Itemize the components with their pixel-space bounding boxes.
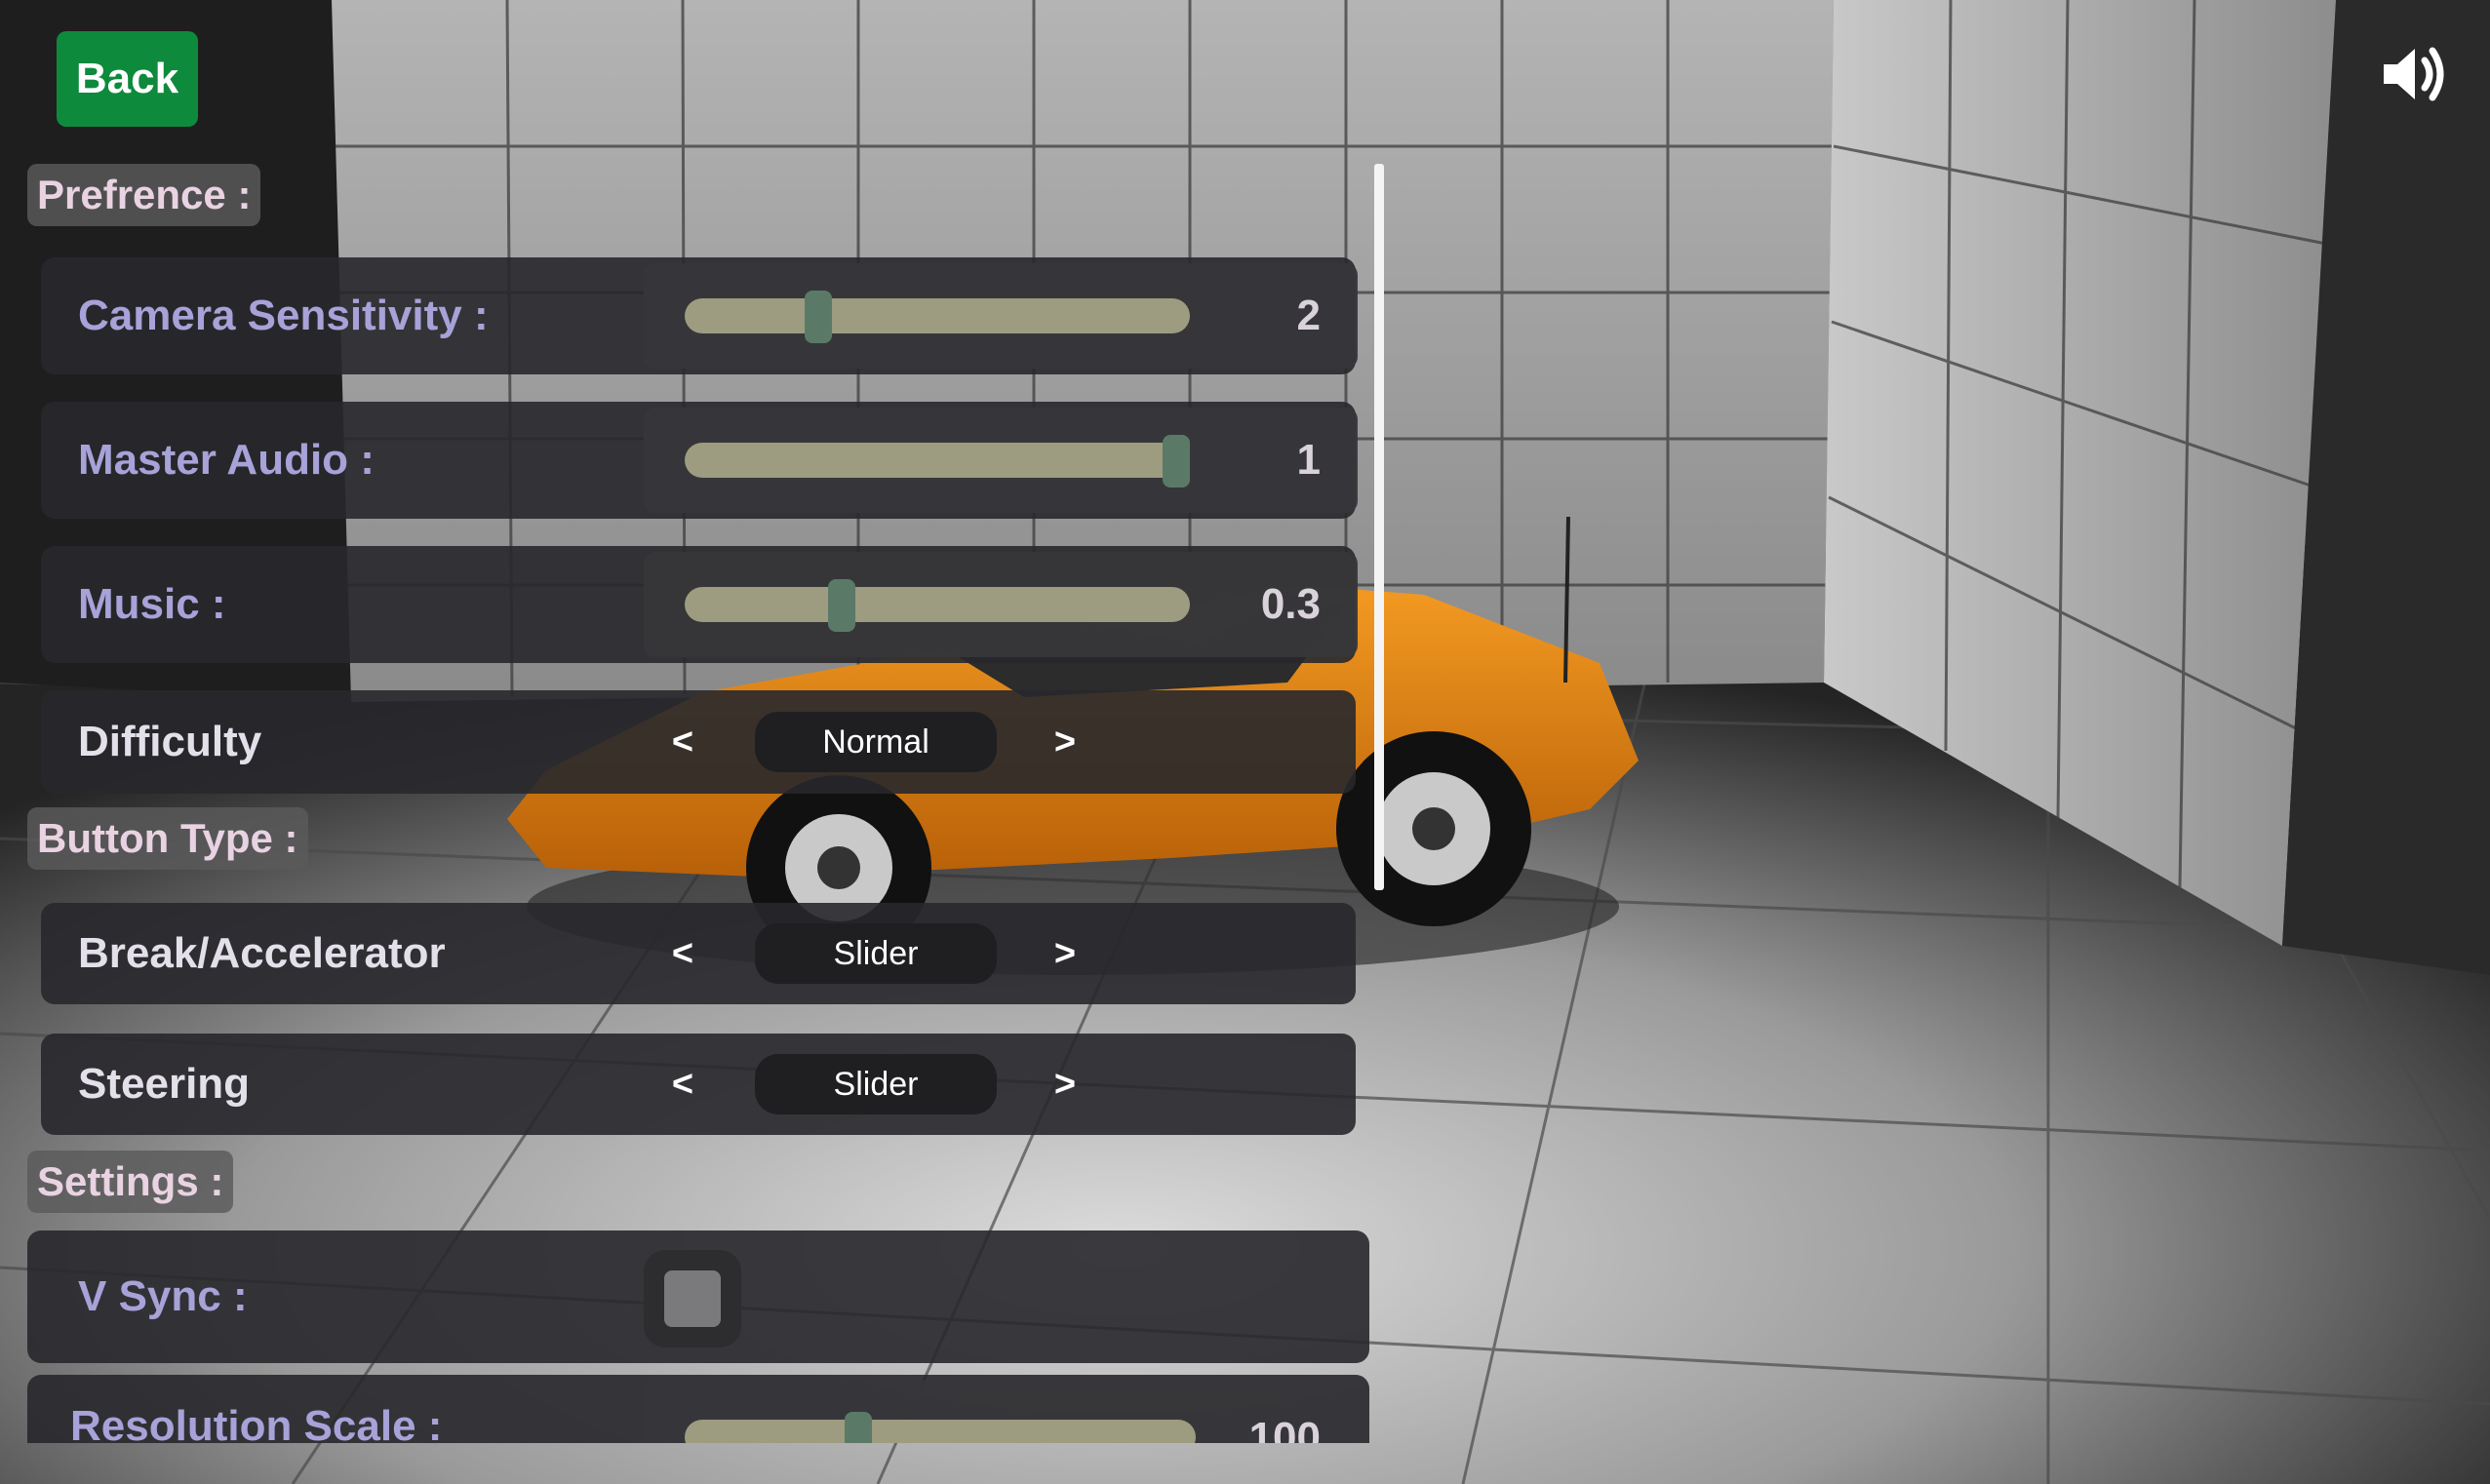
master-audio-slider-thumb[interactable] <box>1163 435 1190 488</box>
master-audio-slider[interactable] <box>685 435 1190 488</box>
camera-sensitivity-slider[interactable] <box>685 291 1190 343</box>
brake-accelerator-row: Break/Accelerator < Slider > <box>41 903 1356 1004</box>
section-label-settings: Settings : <box>27 1151 234 1213</box>
difficulty-value: Normal <box>755 712 997 772</box>
brake-accelerator-prev-button[interactable]: < <box>653 903 712 1004</box>
section-label-button-type: Button Type : <box>27 807 308 870</box>
camera-sensitivity-value: 2 <box>1296 292 1321 339</box>
brake-accelerator-value: Slider <box>755 923 997 984</box>
difficulty-row: Difficulty < Normal > <box>41 690 1356 794</box>
resolution-scale-row: Resolution Scale : 100 <box>27 1375 1369 1443</box>
resolution-scale-slider[interactable] <box>685 1412 1196 1443</box>
camera-sensitivity-row: Camera Sensitivity : 2 <box>41 257 1358 374</box>
music-label: Music : <box>78 580 226 628</box>
speaker-volume-icon[interactable] <box>2378 39 2448 109</box>
master-audio-label: Master Audio : <box>78 436 375 484</box>
music-slider-panel: 0.3 <box>644 552 1358 657</box>
vsync-checkbox-box <box>664 1270 721 1327</box>
section-label-preference: Prefrence : <box>27 164 261 226</box>
master-audio-value: 1 <box>1296 436 1321 484</box>
camera-sensitivity-label: Camera Sensitivity : <box>78 292 489 339</box>
difficulty-next-button[interactable]: > <box>1036 690 1094 794</box>
steering-label: Steering <box>78 1060 251 1108</box>
music-slider-thumb[interactable] <box>828 579 855 632</box>
resolution-scale-slider-thumb[interactable] <box>844 1412 872 1443</box>
music-slider[interactable] <box>685 579 1190 632</box>
resolution-scale-value: 100 <box>1248 1414 1321 1443</box>
steering-row: Steering < Slider > <box>41 1034 1356 1135</box>
vsync-row: V Sync : <box>27 1230 1369 1363</box>
master-audio-slider-panel: 1 <box>644 408 1358 513</box>
camera-sensitivity-slider-panel: 2 <box>644 263 1358 369</box>
vsync-checkbox[interactable] <box>644 1250 741 1347</box>
camera-sensitivity-slider-thumb[interactable] <box>804 291 832 343</box>
brake-accelerator-label: Break/Accelerator <box>78 929 446 977</box>
difficulty-prev-button[interactable]: < <box>653 690 712 794</box>
vsync-label: V Sync : <box>78 1272 248 1320</box>
master-audio-row: Master Audio : 1 <box>41 402 1358 519</box>
steering-value: Slider <box>755 1054 997 1114</box>
resolution-scale-label: Resolution Scale : <box>70 1402 443 1443</box>
steering-prev-button[interactable]: < <box>653 1034 712 1135</box>
steering-next-button[interactable]: > <box>1036 1034 1094 1135</box>
music-row: Music : 0.3 <box>41 546 1358 663</box>
resolution-scale-slider-panel: 100 <box>644 1381 1358 1443</box>
difficulty-label: Difficulty <box>78 718 262 765</box>
settings-scroll-view[interactable]: Prefrence : Camera Sensitivity : 2 Maste… <box>0 0 1375 1443</box>
brake-accelerator-next-button[interactable]: > <box>1036 903 1094 1004</box>
music-value: 0.3 <box>1260 580 1321 628</box>
settings-scrollbar[interactable] <box>1374 164 1384 890</box>
